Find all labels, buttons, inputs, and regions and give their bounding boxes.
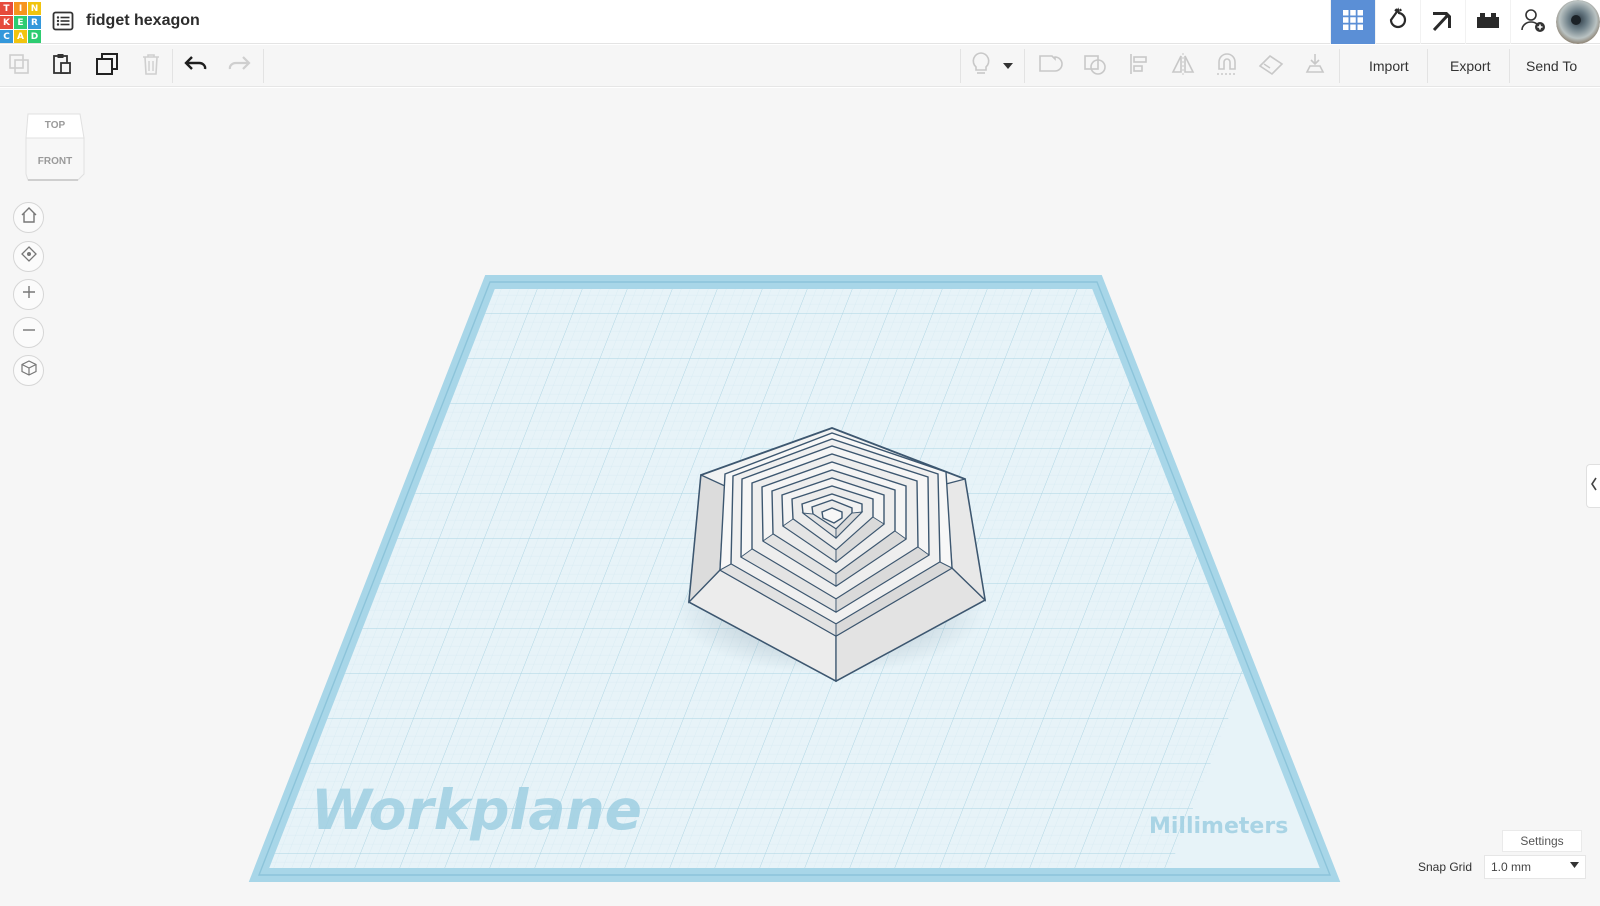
units-label: Millimeters [1149,814,1288,839]
plus-icon [21,284,37,305]
viewcube-front-label[interactable]: FRONT [22,156,88,167]
redo-icon [227,54,251,79]
trash-icon [140,52,162,81]
mirror-icon [1170,52,1196,81]
toolbar-divider [1339,49,1340,83]
caret-down-icon [1003,57,1013,75]
ruler-button[interactable] [1256,51,1286,81]
design-name[interactable]: fidget hexagon [86,12,200,30]
fit-view-icon [20,245,38,268]
cube-icon [20,359,38,382]
align-button[interactable] [1124,51,1154,81]
export-button[interactable]: Export [1450,54,1490,78]
workplane-canvas[interactable]: Workplane Millimeters [0,88,1600,906]
magnet-icon [1214,51,1240,82]
top-bar: T I N K E R C A D fidget hexagon [0,0,1600,44]
drop-icon [1303,52,1327,81]
avatar [1555,0,1600,44]
tinkercad-app: T I N K E R C A D fidget hexagon Import … [0,0,1600,906]
user-avatar-button[interactable] [1555,0,1600,44]
copy-icon [7,52,31,81]
undo-button[interactable] [181,51,211,81]
logo-letter: C [0,30,13,43]
tinkercad-logo[interactable]: T I N K E R C A D [0,2,41,43]
group-button[interactable] [1035,51,1065,81]
mirror-button[interactable] [1168,51,1198,81]
logo-letter: R [28,16,41,29]
duplicate-icon [94,51,120,82]
paste-button[interactable] [47,51,77,81]
header-actions [1330,0,1600,44]
settings-button[interactable]: Settings [1502,830,1582,852]
import-button[interactable]: Import [1369,54,1409,78]
view-cube[interactable]: TOP FRONT [22,108,88,182]
notes-dropdown[interactable] [999,51,1017,81]
copy-button[interactable] [4,51,34,81]
circuits-button[interactable] [1375,0,1420,44]
align-icon [1127,52,1151,81]
snap-grid-label: Snap Grid [1417,860,1472,874]
viewcube-top-label[interactable]: TOP [22,120,88,131]
minecraft-pickaxe-icon [1429,6,1457,39]
fit-view-button[interactable] [13,241,44,272]
toolbar-divider [1024,49,1025,83]
toolbar-divider [1509,49,1510,83]
bricks-button[interactable] [1465,0,1510,44]
lightbulb-icon [970,51,992,82]
home-icon [20,206,38,229]
duplicate-button[interactable] [92,51,122,81]
3d-design-view-button[interactable] [1330,0,1375,44]
zoom-in-button[interactable] [13,279,44,310]
toolbar-divider [172,49,173,83]
workplane-label: Workplane [311,778,642,842]
send-to-button[interactable]: Send To [1526,54,1577,78]
design-list-icon[interactable] [52,10,74,32]
perspective-toggle-button[interactable] [13,355,44,386]
delete-button[interactable] [136,51,166,81]
grid-view-icon [1342,9,1364,36]
toolbar-divider [263,49,264,83]
home-view-button[interactable] [13,202,44,233]
group-icon [1037,52,1063,81]
caret-down-icon [1570,861,1579,872]
circuits-view-icon [1385,7,1411,38]
workplane-tool-icon [1257,52,1285,81]
logo-letter: K [0,16,13,29]
logo-letter: D [28,30,41,43]
logo-letter: T [0,2,13,15]
minecraft-button[interactable] [1420,0,1465,44]
paste-icon [50,52,74,81]
collapse-panel-handle[interactable] [1586,464,1600,508]
toolbar-divider [1427,49,1428,83]
logo-letter: N [28,2,41,15]
snap-grid-value: 1.0 mm [1491,860,1532,874]
chevron-left-icon [1590,476,1598,497]
share-design-button[interactable] [1510,0,1555,44]
edit-toolbar: Import Export Send To [0,45,1600,87]
undo-icon [184,54,208,79]
cruise-button[interactable] [1212,51,1242,81]
ungroup-icon [1082,52,1108,81]
redo-button[interactable] [224,51,254,81]
3d-viewport[interactable]: Workplane Millimeters TOP FRONT Settings… [0,88,1600,906]
drop-to-workplane-button[interactable] [1300,51,1330,81]
logo-letter: A [14,30,27,43]
brick-view-icon [1475,10,1501,35]
add-user-icon [1519,6,1547,39]
zoom-out-button[interactable] [13,317,44,348]
logo-letter: I [14,2,27,15]
snap-grid-select[interactable]: 1.0 mm [1484,855,1586,879]
ungroup-button[interactable] [1080,51,1110,81]
notes-button[interactable] [966,51,996,81]
minus-icon [21,322,37,343]
logo-letter: E [14,16,27,29]
toolbar-divider [960,49,961,83]
